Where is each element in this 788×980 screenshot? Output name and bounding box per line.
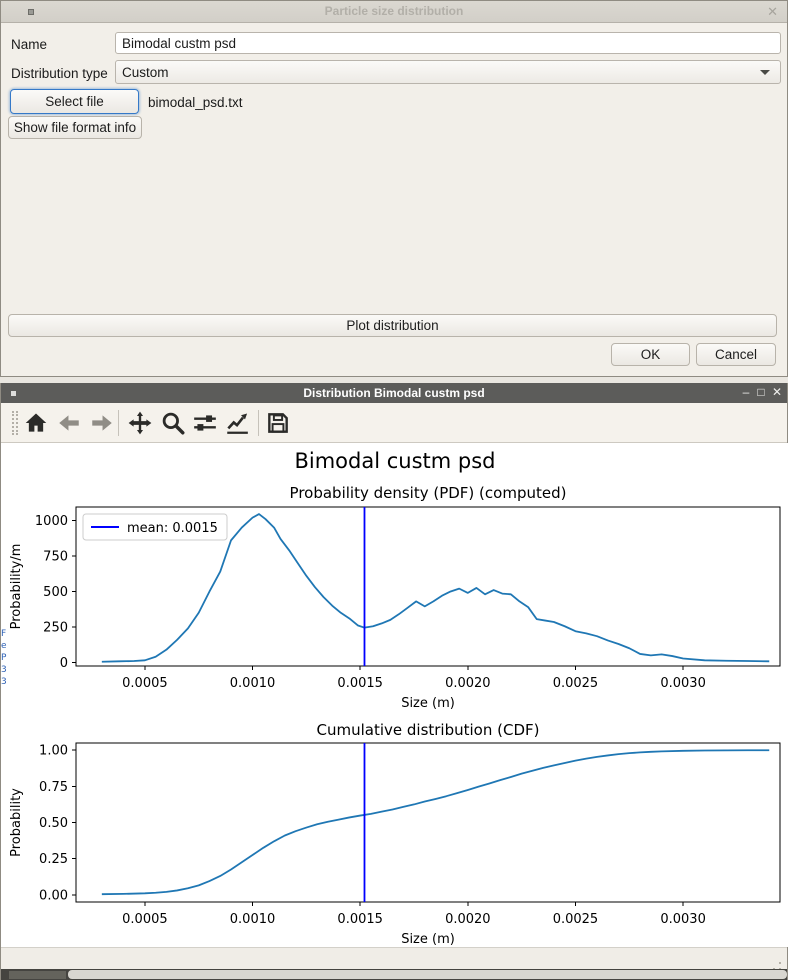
plot-window-titlebar[interactable]: Distribution Bimodal custm psd – □ ✕ [1,383,787,403]
svg-text:0.0005: 0.0005 [122,676,168,691]
figure-canvas[interactable]: Bimodal custm psd Probability density (PD… [1,443,788,947]
screen: Particle size distribution ✕ Name Distri… [0,0,788,980]
particle-size-dialog: Particle size distribution ✕ Name Distri… [0,0,788,377]
pdf-title: Probability density (PDF) (computed) [290,484,567,502]
toolbar-separator [118,410,119,436]
legend: mean: 0.0015 [83,514,227,540]
cdf-axes [76,743,780,902]
distribution-plot-window: Distribution Bimodal custm psd – □ ✕ [0,383,788,980]
selected-file-label: bimodal_psd.txt [148,95,243,110]
distribution-type-select[interactable]: Custom [115,60,781,84]
minimize-icon[interactable]: – [739,385,753,399]
matplotlib-toolbar [1,403,787,443]
name-input[interactable] [115,32,781,54]
configure-subplots-icon[interactable] [192,410,218,436]
show-file-format-info-button[interactable]: Show file format info [8,116,142,139]
scrollbar-thumb[interactable] [68,970,787,979]
cdf-xlabel: Size (m) [401,932,455,947]
svg-text:0.0010: 0.0010 [230,912,276,927]
ok-button[interactable]: OK [611,343,690,366]
toolbar-grip[interactable] [16,411,20,435]
legend-label: mean: 0.0015 [127,521,218,536]
save-icon[interactable] [265,410,291,436]
select-file-button[interactable]: Select file [10,89,139,114]
close-icon[interactable]: ✕ [767,4,778,20]
distribution-type-value: Custom [122,65,169,80]
zoom-icon[interactable] [160,410,186,436]
figure-title: Bimodal custm psd [294,449,495,473]
svg-text:0.0010: 0.0010 [230,676,276,691]
cdf-line [102,750,769,894]
svg-text:0.75: 0.75 [39,780,68,795]
forward-icon[interactable] [89,410,115,436]
svg-text:0.0025: 0.0025 [553,676,599,691]
svg-text:0.0020: 0.0020 [445,676,491,691]
name-label: Name [11,37,47,52]
dialog-titlebar[interactable]: Particle size distribution ✕ [1,1,787,23]
svg-text:0.0015: 0.0015 [337,912,383,927]
svg-text:0.0015: 0.0015 [337,676,383,691]
figure-svg: Bimodal custm psd Probability density (PD… [1,443,788,947]
svg-text:0.0025: 0.0025 [553,912,599,927]
cdf-title: Cumulative distribution (CDF) [317,721,540,739]
plot-window-title: Distribution Bimodal custm psd [1,386,787,400]
svg-text:0.0020: 0.0020 [445,912,491,927]
back-icon[interactable] [56,410,82,436]
maximize-icon[interactable]: □ [754,385,768,399]
pdf-subplot: Probability density (PDF) (computed) 0.00… [9,484,780,711]
pdf-xlabel: Size (m) [401,696,455,711]
svg-text:500: 500 [43,585,68,600]
svg-text:0.00: 0.00 [39,888,68,903]
resize-grip-icon[interactable] [767,962,769,964]
cdf-ylabel: Probability [9,788,24,857]
home-icon[interactable] [23,410,49,436]
distribution-type-label: Distribution type [11,66,108,81]
pan-icon[interactable] [127,410,153,436]
svg-text:0.0005: 0.0005 [122,912,168,927]
svg-text:1000: 1000 [35,514,68,529]
svg-text:0.50: 0.50 [39,816,68,831]
statusbar [1,947,787,969]
horizontal-scrollbar [1,969,787,980]
chevron-down-icon [760,70,770,75]
close-icon[interactable]: ✕ [770,385,784,399]
plot-distribution-button[interactable]: Plot distribution [8,314,777,337]
svg-text:1.00: 1.00 [39,744,68,759]
background-window-fragment: FeP33 [1,628,10,692]
dialog-title: Particle size distribution [1,4,787,18]
svg-text:0.0030: 0.0030 [660,676,706,691]
svg-text:0.0030: 0.0030 [660,912,706,927]
pdf-ylabel: Probability/m [9,544,24,630]
cdf-subplot: Cumulative distribution (CDF)0.00050.001… [9,721,780,947]
svg-text:0.25: 0.25 [39,852,68,867]
edit-plot-icon[interactable] [224,410,250,436]
toolbar-separator [258,410,259,436]
svg-text:0: 0 [60,656,68,671]
svg-text:750: 750 [43,549,68,564]
svg-text:250: 250 [43,620,68,635]
scrollbar-button[interactable] [9,971,66,979]
cancel-button[interactable]: Cancel [696,343,776,366]
